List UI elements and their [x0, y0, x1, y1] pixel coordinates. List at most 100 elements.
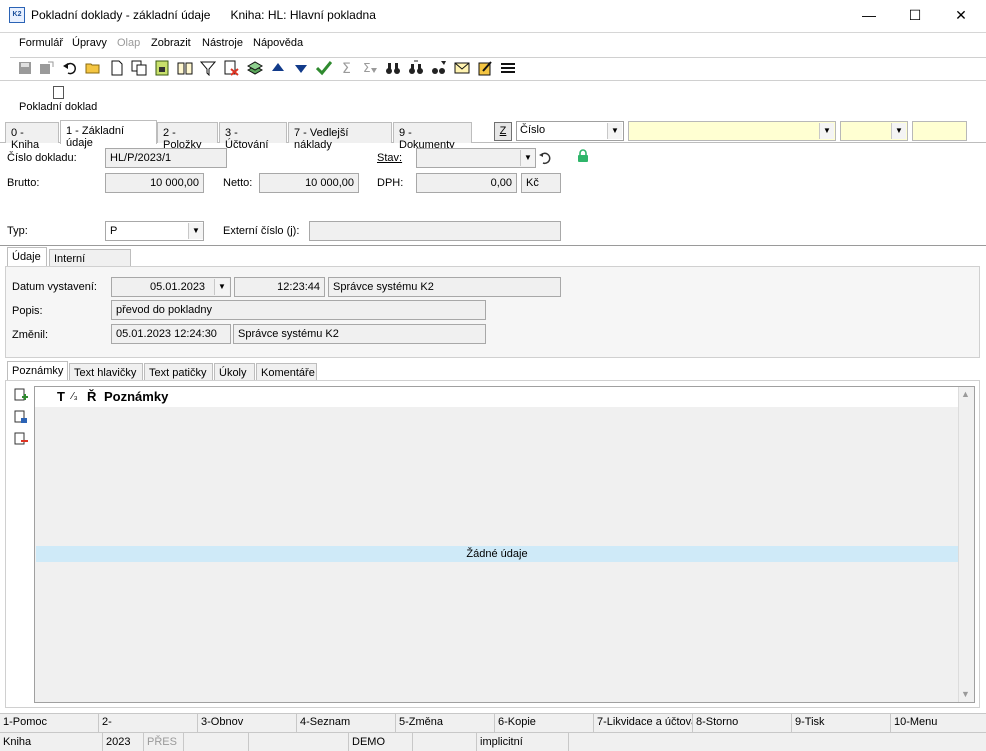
datum-label: Datum vystavení:	[12, 281, 97, 293]
tab-vedlejsi-naklady[interactable]: 7 - Vedlejší náklady	[288, 122, 392, 151]
col-attachment[interactable]: ⁄₃	[72, 391, 78, 402]
delete-note-icon[interactable]	[14, 432, 28, 446]
menu-zobrazit[interactable]: Zobrazit	[151, 37, 191, 49]
netto-field[interactable]: 10 000,00	[259, 173, 359, 193]
chevron-down-icon[interactable]: ▼	[520, 150, 535, 166]
menu-bar	[0, 32, 986, 56]
fkey-10[interactable]: 10-Menu	[891, 713, 986, 732]
filter-clear-icon[interactable]	[223, 60, 239, 76]
typ-label: Typ:	[7, 225, 28, 237]
filter-extra-input[interactable]	[912, 121, 967, 141]
chevron-down-icon[interactable]: ▼	[819, 123, 834, 139]
chevron-down-icon[interactable]: ▼	[607, 123, 622, 139]
fkey-8[interactable]: 8-Storno	[693, 713, 792, 732]
notes-edit-icon[interactable]	[477, 60, 493, 76]
menu-upravy[interactable]: Úpravy	[72, 37, 107, 49]
hamburger-menu-icon[interactable]	[500, 60, 516, 76]
zmenil-user-field[interactable]: Správce systému K2	[233, 324, 486, 344]
filter-icon[interactable]	[200, 60, 216, 76]
minimize-button[interactable]: —	[846, 0, 892, 31]
history-icon[interactable]	[538, 151, 552, 165]
menu-olap[interactable]: Olap	[117, 37, 140, 49]
menu-formular[interactable]: Formulář	[19, 37, 63, 49]
arrow-down-icon[interactable]	[293, 60, 309, 76]
vystavil-user-field[interactable]: Správce systému K2	[328, 277, 561, 297]
ribbon-pokladni-doklad[interactable]: Pokladní doklad	[19, 101, 97, 113]
fkey-5[interactable]: 5-Změna	[396, 713, 495, 732]
new-document-icon[interactable]	[109, 60, 125, 76]
status-empty-3	[413, 733, 477, 751]
col-poznamky[interactable]: Poznámky	[104, 389, 168, 404]
copy-icon[interactable]	[131, 60, 147, 76]
save-close-icon[interactable]	[38, 60, 54, 76]
status-profile: implicitní	[477, 733, 569, 751]
grid-header	[35, 387, 958, 407]
stav-label: Stav:	[377, 152, 403, 164]
stav-select[interactable]	[416, 148, 536, 168]
grid-scrollbar[interactable]	[958, 387, 974, 702]
stack-icon[interactable]	[247, 60, 263, 76]
chevron-down-icon[interactable]: ▼	[188, 223, 203, 239]
document-icon[interactable]	[53, 86, 64, 99]
filter-value-select[interactable]	[628, 121, 836, 141]
fkey-2[interactable]: 2-	[99, 713, 198, 732]
tab-zakladni-udaje[interactable]: 1 - Základní údaje	[60, 120, 157, 149]
zmenil-date-field[interactable]: 05.01.2023 12:24:30	[111, 324, 231, 344]
notes-grid[interactable]	[34, 386, 975, 703]
cislo-dokladu-field[interactable]: HL/P/2023/1	[105, 148, 227, 168]
datum-vystaveni-field[interactable]: 05.01.2023	[111, 277, 231, 297]
tab-uctovani[interactable]: 3 - Účtování	[219, 122, 287, 151]
lock-icon[interactable]	[154, 60, 170, 76]
externi-label: Externí číslo (j):	[223, 225, 300, 237]
time-field[interactable]: 12:23:44	[234, 277, 325, 297]
find-next-icon[interactable]	[408, 60, 424, 76]
undo-icon[interactable]	[62, 60, 78, 76]
cislo-label: Číslo dokladu:	[7, 152, 77, 164]
status-year: 2023	[103, 733, 144, 751]
fkey-4[interactable]: 4-Seznam	[297, 713, 396, 732]
arrow-up-icon[interactable]	[270, 60, 286, 76]
tab-dokumenty[interactable]: 9 - Dokumenty	[393, 122, 472, 151]
col-type[interactable]: T	[57, 389, 65, 404]
maximize-button[interactable]: ☐	[892, 0, 938, 31]
divider	[0, 245, 986, 246]
fkey-6[interactable]: 6-Kopie	[495, 713, 594, 732]
currency-field[interactable]: Kč	[521, 173, 561, 193]
app-icon: K2	[9, 7, 25, 23]
dph-field[interactable]: 0,00	[416, 173, 517, 193]
tab-udaje[interactable]: Údaje	[7, 247, 47, 266]
chevron-down-icon[interactable]: ▼	[891, 123, 906, 139]
add-note-icon[interactable]	[14, 388, 28, 402]
fkey-3[interactable]: 3-Obnov	[198, 713, 297, 732]
open-folder-icon[interactable]	[85, 60, 101, 76]
fkey-9[interactable]: 9-Tisk	[792, 713, 891, 732]
chevron-down-icon[interactable]: ▼	[214, 279, 229, 295]
checkmark-icon[interactable]	[316, 60, 332, 76]
externi-cislo-field[interactable]	[309, 221, 561, 241]
col-r[interactable]: Ř	[87, 389, 96, 404]
z-button[interactable]: Z	[494, 122, 512, 141]
status-empty-4	[569, 733, 986, 751]
sum-filter-icon[interactable]: Σ	[362, 60, 378, 76]
tab-kniha[interactable]: 0 - Kniha	[5, 122, 59, 151]
mail-icon[interactable]	[454, 60, 470, 76]
book-icon[interactable]	[177, 60, 193, 76]
tab-polozky[interactable]: 2 - Položky	[157, 122, 218, 151]
edit-note-icon[interactable]	[14, 410, 28, 424]
sum-icon[interactable]: Σ	[339, 60, 355, 76]
ribbon	[0, 80, 986, 118]
scroll-down-icon[interactable]: ▼	[961, 689, 970, 699]
find-filter-icon[interactable]	[431, 60, 447, 76]
menu-nastroje[interactable]: Nástroje	[202, 37, 243, 49]
save-icon[interactable]	[17, 60, 33, 76]
popis-field[interactable]: převod do pokladny	[111, 300, 486, 320]
status-mode: PŘES	[144, 733, 184, 751]
tab-poznamky[interactable]: Poznámky	[7, 361, 68, 380]
menu-napoveda[interactable]: Nápověda	[253, 37, 303, 49]
scroll-up-icon[interactable]: ▲	[961, 389, 970, 399]
brutto-field[interactable]: 10 000,00	[105, 173, 204, 193]
fkey-1[interactable]: 1-Pomoc	[0, 713, 99, 732]
close-button[interactable]: ✕	[938, 0, 984, 31]
binoculars-icon[interactable]	[385, 60, 401, 76]
fkey-7[interactable]: 7-Likvidace a účtová	[594, 713, 693, 732]
